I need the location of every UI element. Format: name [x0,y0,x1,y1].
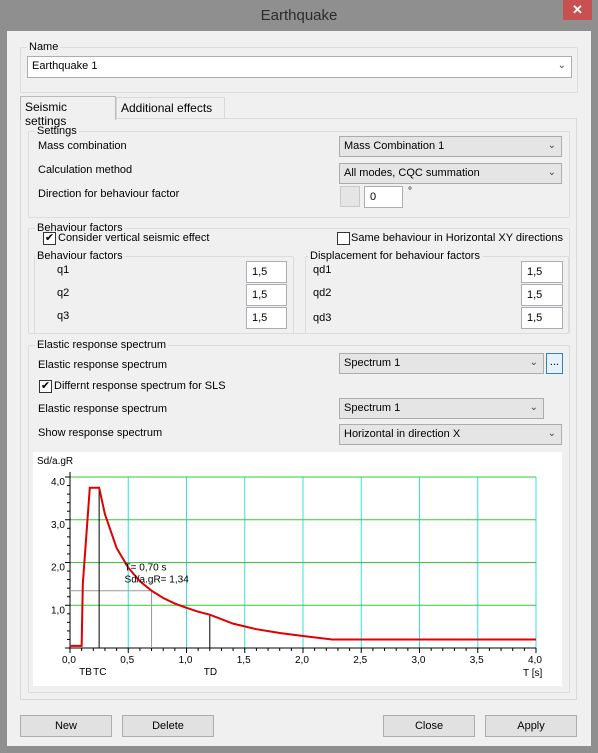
name-label: Name [27,41,61,53]
y-tick-label: 3,0 [51,520,65,531]
mass-combination-label: Mass combination [38,140,127,152]
same-xy-label: Same behaviour in Horizontal XY directio… [351,232,563,244]
x-tick-label: 0,5 [120,655,134,666]
chevron-down-icon: ⌄ [557,60,566,71]
name-value: Earthquake 1 [32,60,98,72]
tab-seismic-settings[interactable]: Seismic settings [20,96,116,128]
close-icon[interactable]: ✕ [563,0,592,20]
x-tick-label: 3,0 [412,655,426,666]
x-tick-label: 1,0 [179,655,193,666]
x-tick-label: 0,0 [62,655,76,666]
delete-button[interactable]: Delete [122,715,214,737]
response-spectrum-chart: 0,0 0,5 1,0 1,5 2,0 2,5 3,0 3,5 4,0 1,0 2,0 3,0 4,0 T… [33,452,562,686]
elastic-spectrum-sls-select[interactable]: Spectrum 1 ⌄ [339,398,544,419]
apply-button[interactable]: Apply [485,715,577,737]
q1-label: q1 [57,264,70,276]
close-button[interactable]: Close [383,715,475,737]
marker-label-tb: TB [79,667,92,678]
degree-unit: ° [408,186,412,197]
chart-svg: 0,0 0,5 1,0 1,5 2,0 2,5 3,0 3,5 4,0 1,0 2,0 3,0 4,0 T… [37,456,542,679]
qd2-label: qd2 [313,287,332,299]
direction-input[interactable]: 0 [364,186,403,208]
direction-picker-button[interactable] [340,186,360,207]
elastic-spectrum-label: Elastic response spectrum [38,359,167,371]
edit-spectrum-button[interactable]: ... [546,353,563,374]
y-tick-label: 2,0 [51,563,65,574]
tab-additional-effects[interactable]: Additional effects [116,97,225,119]
annotation-value: Sd/a.gR= 1,34 [125,575,190,586]
x-tick-label: 1,5 [237,655,251,666]
elastic-spectrum-select[interactable]: Spectrum 1 ⌄ [339,353,544,374]
calculation-method-label: Calculation method [38,164,133,176]
qd3-label: qd3 [313,312,332,324]
y-tick-label: 4,0 [51,477,65,488]
elastic-spectrum-sls-value: Spectrum 1 [344,402,401,414]
y-tick-label: 1,0 [51,605,65,616]
different-sls-checkbox[interactable]: ✔ [39,380,52,393]
marker-label-td: TD [204,667,217,678]
q3-label: q3 [57,310,70,322]
x-tick-label: 2,5 [353,655,367,666]
chevron-down-icon: ⌄ [529,402,538,413]
consider-vertical-label: Consider vertical seismic effect [58,232,210,244]
mass-combination-select[interactable]: Mass Combination 1 ⌄ [339,136,562,157]
y-axis-label: Sd/a.gR [37,456,73,467]
different-sls-label: Differnt response spectrum for SLS [54,380,226,392]
show-spectrum-label: Show response spectrum [38,427,163,439]
consider-vertical-checkbox[interactable]: ✔ [43,232,56,245]
qd1-label: qd1 [313,264,332,276]
new-button[interactable]: New [20,715,112,737]
behaviour-factors-title: Behaviour factors [35,250,125,262]
q1-input[interactable]: 1,5 [246,261,287,283]
displacement-title: Displacement for behaviour factors [308,250,482,262]
chevron-down-icon: ⌄ [547,428,556,439]
chevron-down-icon: ⌄ [547,167,556,178]
elastic-spectrum-sls-label: Elastic response spectrum [38,403,167,415]
calculation-method-value: All modes, CQC summation [344,167,480,179]
spectrum-title: Elastic response spectrum [35,339,168,351]
qd1-input[interactable]: 1,5 [521,261,563,283]
elastic-spectrum-value: Spectrum 1 [344,357,401,369]
qd3-input[interactable]: 1,5 [521,307,563,329]
chevron-down-icon: ⌄ [547,140,556,151]
x-axis-label: T [s] [523,668,542,679]
marker-label-tc: TC [93,667,106,678]
direction-label: Direction for behaviour factor [38,188,180,200]
q2-label: q2 [57,287,70,299]
x-tick-label: 4,0 [528,655,542,666]
show-spectrum-select[interactable]: Horizontal in direction X ⌄ [339,424,562,445]
x-tick-label: 2,0 [295,655,309,666]
q3-input[interactable]: 1,5 [246,307,287,329]
name-combo[interactable]: Earthquake 1 ⌄ [27,56,572,78]
show-spectrum-value: Horizontal in direction X [344,428,461,440]
same-xy-checkbox[interactable] [337,232,350,245]
mass-combination-value: Mass Combination 1 [344,140,445,152]
calculation-method-select[interactable]: All modes, CQC summation ⌄ [339,163,562,184]
x-tick-label: 3,5 [470,655,484,666]
q2-input[interactable]: 1,5 [246,284,287,306]
annotation-period: T= 0,70 s [125,563,167,574]
chevron-down-icon: ⌄ [529,357,538,368]
qd2-input[interactable]: 1,5 [521,284,563,306]
window-title: Earthquake [260,7,338,24]
